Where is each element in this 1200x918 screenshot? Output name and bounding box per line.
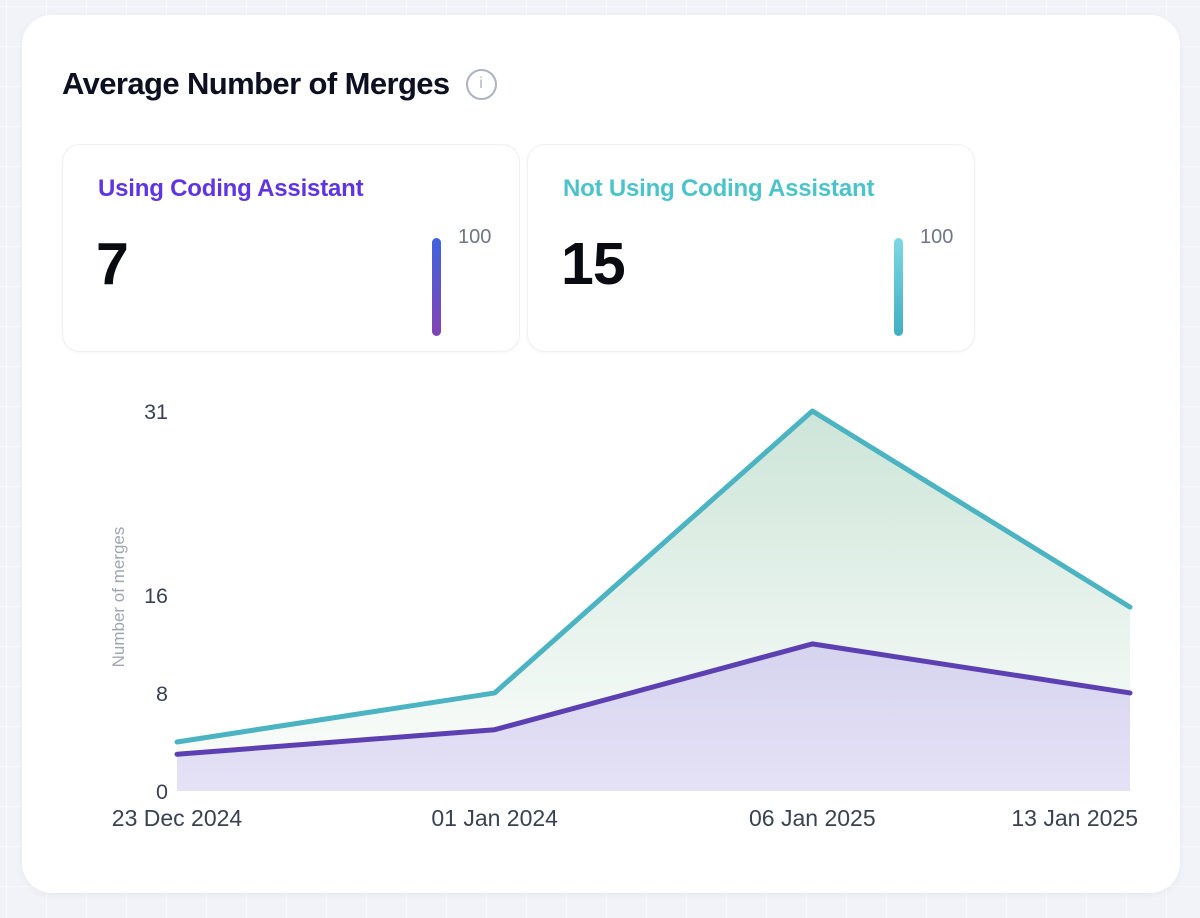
y-tick-label: 31 bbox=[144, 400, 168, 424]
y-tick-label: 16 bbox=[144, 584, 168, 608]
x-tick-label: 01 Jan 2024 bbox=[431, 805, 558, 831]
y-axis-title: Number of merges bbox=[109, 527, 128, 668]
page-background: Average Number of Merges i Using Coding … bbox=[0, 0, 1200, 918]
y-tick-label: 0 bbox=[156, 780, 168, 804]
merges-area-chart[interactable]: 0 8 16 31 23 Dec 2024 01 Jan 2024 06 Jan 2025 1… bbox=[0, 0, 1200, 918]
y-tick-label: 8 bbox=[156, 682, 168, 706]
x-tick-label: 23 Dec 2024 bbox=[112, 805, 243, 831]
x-tick-label: 13 Jan 2025 bbox=[1011, 805, 1138, 831]
x-tick-label: 06 Jan 2025 bbox=[749, 805, 876, 831]
